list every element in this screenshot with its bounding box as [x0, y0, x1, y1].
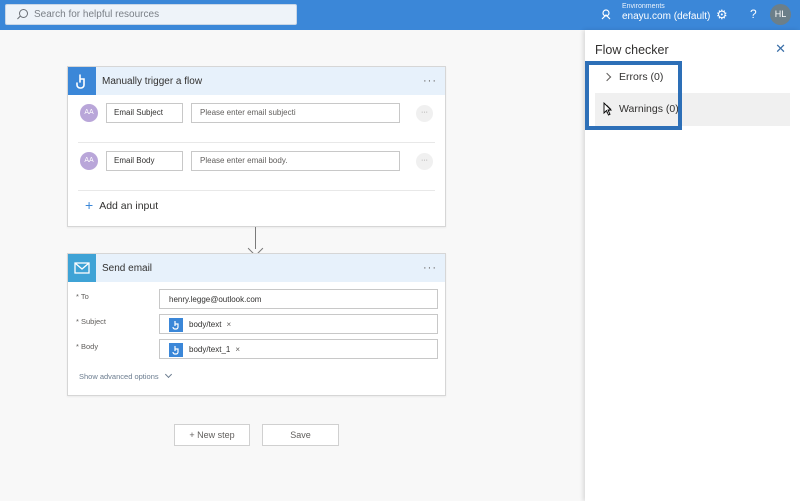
token-label: body/text_1: [189, 345, 231, 354]
input-row: AA Email Body Please enter email body. ·…: [78, 143, 435, 191]
touch-icon: [68, 67, 96, 95]
environment-selector[interactable]: Environments enayu.com (default): [622, 3, 710, 22]
subject-field-row: * Subject body/text ×: [68, 314, 445, 334]
mouse-cursor-icon: [603, 101, 613, 119]
dynamic-content-token[interactable]: body/text_1 ×: [169, 342, 240, 357]
top-bar: Search for helpful resources Environment…: [0, 0, 800, 30]
to-input[interactable]: henry.legge@outlook.com: [159, 289, 438, 309]
subject-label: * Subject: [76, 317, 107, 326]
close-icon[interactable]: ×: [226, 320, 231, 329]
touch-icon: [169, 317, 183, 332]
avatar[interactable]: HL: [770, 4, 791, 25]
body-input[interactable]: body/text_1 ×: [159, 339, 438, 359]
input-placeholder-field[interactable]: Please enter email subjecti: [191, 103, 400, 123]
text-input-icon: AA: [80, 152, 98, 170]
to-field-row: * To henry.legge@outlook.com: [68, 289, 445, 309]
input-more-icon[interactable]: ···: [416, 153, 433, 170]
search-box[interactable]: Search for helpful resources: [5, 4, 297, 25]
send-email-title: Send email: [102, 262, 153, 274]
show-advanced-options-link[interactable]: Show advanced options: [79, 370, 172, 381]
search-input[interactable]: Search for helpful resources: [34, 9, 159, 20]
input-placeholder-field[interactable]: Please enter email body.: [191, 151, 400, 171]
new-step-button[interactable]: + New step: [174, 424, 250, 446]
chevron-down-icon: [164, 370, 172, 379]
plus-icon: +: [85, 197, 94, 213]
to-label: * To: [76, 292, 89, 301]
help-icon[interactable]: ?: [750, 7, 757, 21]
close-icon[interactable]: ×: [235, 345, 240, 354]
environment-icon[interactable]: [599, 8, 613, 22]
highlight-annotation: [585, 61, 682, 130]
body-label: * Body: [76, 342, 99, 351]
search-icon: [16, 8, 30, 22]
more-options-icon[interactable]: ···: [423, 262, 437, 274]
flow-canvas: Manually trigger a flow ··· AA Email Sub…: [0, 30, 585, 501]
send-email-card: Send email ··· * To henry.legge@outlook.…: [67, 253, 446, 396]
trigger-header[interactable]: Manually trigger a flow ···: [68, 67, 445, 95]
close-icon[interactable]: ✕: [775, 41, 786, 57]
add-input-label: Add an input: [99, 200, 159, 212]
environment-label: Environments: [622, 3, 665, 10]
environment-value: enayu.com (default): [622, 11, 711, 22]
text-input-icon: AA: [80, 104, 98, 122]
more-options-icon[interactable]: ···: [423, 75, 437, 87]
gear-icon[interactable]: ⚙: [716, 7, 728, 23]
input-more-icon[interactable]: ···: [416, 105, 433, 122]
advanced-label: Show advanced options: [79, 372, 159, 381]
touch-icon: [169, 342, 183, 357]
save-button[interactable]: Save: [262, 424, 339, 446]
input-name-field[interactable]: Email Body: [106, 151, 183, 171]
input-name-field[interactable]: Email Subject: [106, 103, 183, 123]
send-email-header[interactable]: Send email ···: [68, 254, 445, 282]
dynamic-content-token[interactable]: body/text ×: [169, 317, 231, 332]
mail-icon: [68, 254, 96, 282]
subject-input[interactable]: body/text ×: [159, 314, 438, 334]
body-field-row: * Body body/text_1 ×: [68, 339, 445, 359]
trigger-title: Manually trigger a flow: [102, 75, 203, 87]
to-value: henry.legge@outlook.com: [169, 295, 262, 304]
trigger-card: Manually trigger a flow ··· AA Email Sub…: [67, 66, 446, 227]
input-row: AA Email Subject Please enter email subj…: [78, 95, 435, 143]
token-label: body/text: [189, 320, 222, 329]
add-input-button[interactable]: + Add an input: [85, 197, 158, 213]
panel-title: Flow checker: [595, 43, 669, 57]
